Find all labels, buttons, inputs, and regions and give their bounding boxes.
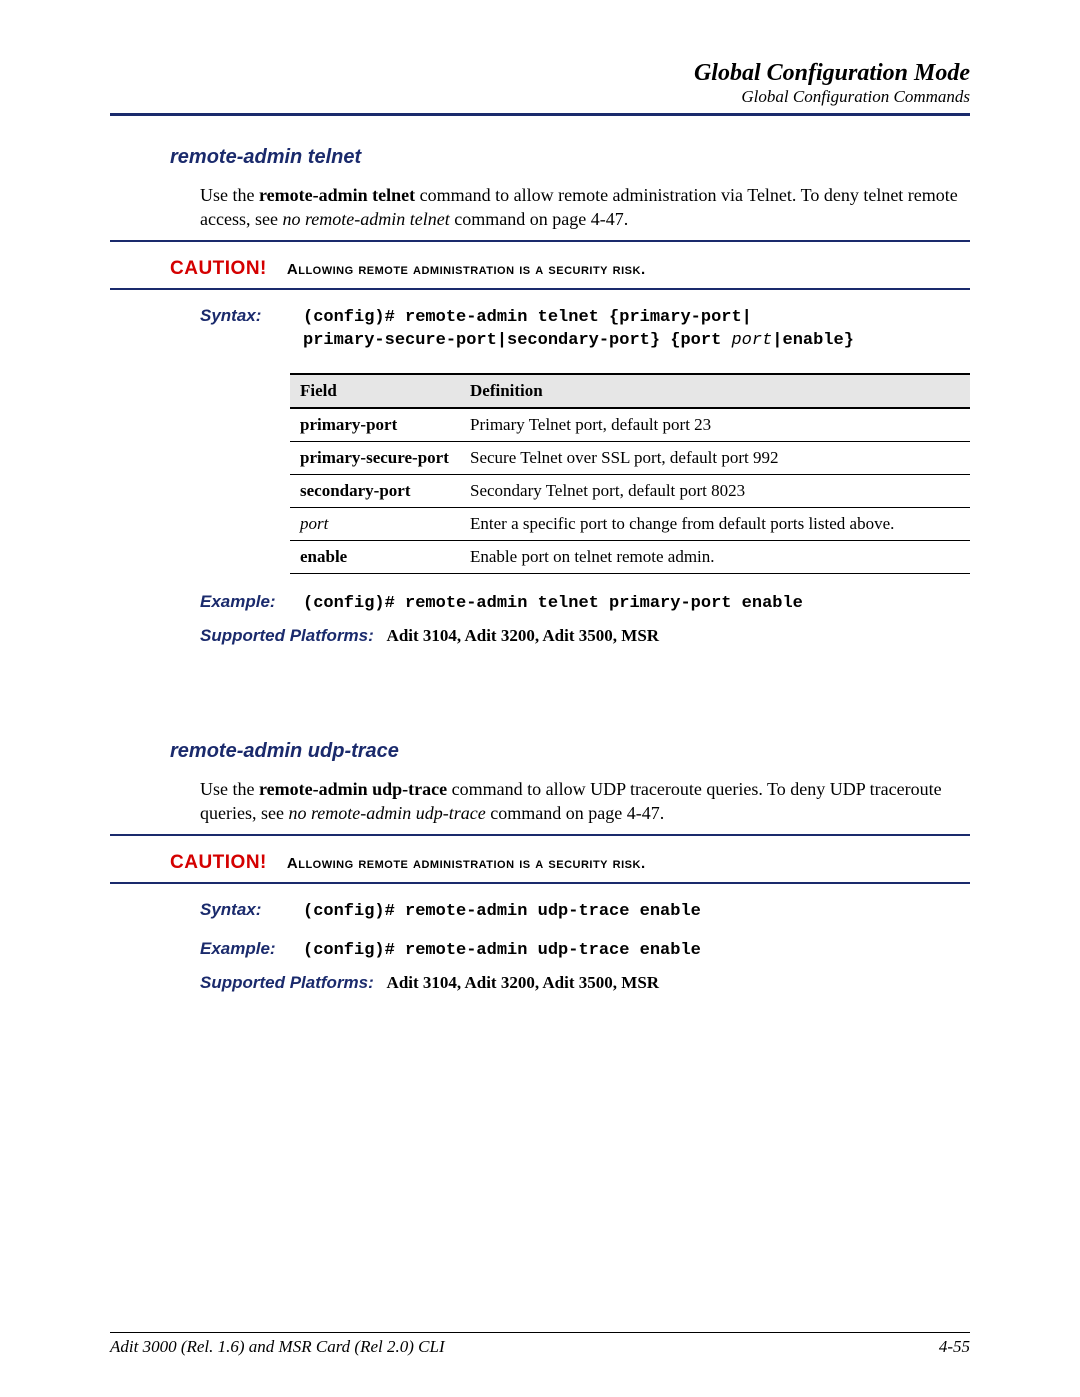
field-def: Secondary Telnet port, default port 8023: [460, 475, 970, 508]
field-table-wrap: Field Definition primary-port Primary Te…: [290, 373, 970, 574]
syntax-code: (config)# remote-admin telnet {primary-p…: [303, 306, 854, 354]
section-intro-telnet: Use the remote-admin telnet command to a…: [200, 183, 970, 232]
table-row: secondary-port Secondary Telnet port, de…: [290, 475, 970, 508]
field-name: enable: [290, 541, 460, 574]
platforms-value: Adit 3104, Adit 3200, Adit 3500, MSR: [387, 626, 660, 645]
code-param: port: [731, 331, 772, 350]
example-code: (config)# remote-admin udp-trace enable: [303, 939, 701, 963]
platforms-label: Supported Platforms:: [200, 626, 374, 645]
intro-reference: no remote-admin telnet: [282, 209, 449, 229]
footer-left: Adit 3000 (Rel. 1.6) and MSR Card (Rel 2…: [110, 1337, 445, 1357]
divider: [110, 240, 970, 242]
example-label: Example:: [200, 939, 285, 963]
footer-rule: [110, 1332, 970, 1333]
col-definition: Definition: [460, 374, 970, 408]
code-line: |enable}: [772, 331, 854, 350]
col-field: Field: [290, 374, 460, 408]
example-code: (config)# remote-admin telnet primary-po…: [303, 592, 803, 616]
code-line: primary-secure-port|secondary-port} {por…: [303, 331, 731, 350]
caution-label: CAUTION!: [170, 852, 267, 874]
field-name: primary-secure-port: [290, 442, 460, 475]
section-title-udptrace: remote-admin udp-trace: [170, 740, 970, 763]
intro-command: remote-admin telnet: [259, 185, 415, 205]
caution-block: CAUTION! Allowing remote administration …: [170, 258, 970, 280]
platforms-block: Supported Platforms: Adit 3104, Adit 320…: [200, 973, 970, 993]
field-name: primary-port: [290, 408, 460, 442]
platforms-label: Supported Platforms:: [200, 973, 374, 992]
caution-label: CAUTION!: [170, 258, 267, 280]
table-row: port Enter a specific port to change fro…: [290, 508, 970, 541]
documentation-page: Global Configuration Mode Global Configu…: [0, 0, 1080, 1397]
section-title-telnet: remote-admin telnet: [170, 146, 970, 169]
syntax-code: (config)# remote-admin udp-trace enable: [303, 900, 701, 924]
header-subtitle: Global Configuration Commands: [110, 87, 970, 107]
code-line: (config)# remote-admin telnet {primary-p…: [303, 308, 752, 327]
header-rule: [110, 113, 970, 116]
field-name: port: [290, 508, 460, 541]
table-row: primary-secure-port Secure Telnet over S…: [290, 442, 970, 475]
intro-text: Use the: [200, 185, 259, 205]
caution-text: Allowing remote administration is a secu…: [287, 855, 646, 872]
page-footer: Adit 3000 (Rel. 1.6) and MSR Card (Rel 2…: [110, 1324, 970, 1357]
field-def: Enable port on telnet remote admin.: [460, 541, 970, 574]
section-intro-udptrace: Use the remote-admin udp-trace command t…: [200, 777, 970, 826]
caution-block: CAUTION! Allowing remote administration …: [170, 852, 970, 874]
footer-page-number: 4-55: [939, 1337, 970, 1357]
intro-text: Use the: [200, 779, 259, 799]
intro-command: remote-admin udp-trace: [259, 779, 447, 799]
field-def: Secure Telnet over SSL port, default por…: [460, 442, 970, 475]
table-row: enable Enable port on telnet remote admi…: [290, 541, 970, 574]
platforms-block: Supported Platforms: Adit 3104, Adit 320…: [200, 626, 970, 646]
intro-text: command on page 4-47.: [450, 209, 628, 229]
field-name: secondary-port: [290, 475, 460, 508]
footer-row: Adit 3000 (Rel. 1.6) and MSR Card (Rel 2…: [110, 1337, 970, 1357]
syntax-label: Syntax:: [200, 306, 285, 354]
header-title: Global Configuration Mode: [110, 60, 970, 87]
intro-reference: no remote-admin udp-trace: [288, 803, 485, 823]
field-def: Primary Telnet port, default port 23: [460, 408, 970, 442]
field-def: Enter a specific port to change from def…: [460, 508, 970, 541]
intro-text: command on page 4-47.: [486, 803, 664, 823]
syntax-block: Syntax: (config)# remote-admin udp-trace…: [200, 900, 970, 924]
divider: [110, 882, 970, 884]
caution-text: Allowing remote administration is a secu…: [287, 261, 646, 278]
divider: [110, 288, 970, 290]
table-header-row: Field Definition: [290, 374, 970, 408]
example-block: Example: (config)# remote-admin telnet p…: [200, 592, 970, 616]
example-label: Example:: [200, 592, 285, 616]
field-definition-table: Field Definition primary-port Primary Te…: [290, 373, 970, 574]
page-header: Global Configuration Mode Global Configu…: [110, 60, 970, 107]
syntax-label: Syntax:: [200, 900, 285, 924]
platforms-value: Adit 3104, Adit 3200, Adit 3500, MSR: [387, 973, 660, 992]
example-block: Example: (config)# remote-admin udp-trac…: [200, 939, 970, 963]
syntax-block: Syntax: (config)# remote-admin telnet {p…: [200, 306, 970, 354]
divider: [110, 834, 970, 836]
table-row: primary-port Primary Telnet port, defaul…: [290, 408, 970, 442]
section-gap: [110, 646, 970, 736]
